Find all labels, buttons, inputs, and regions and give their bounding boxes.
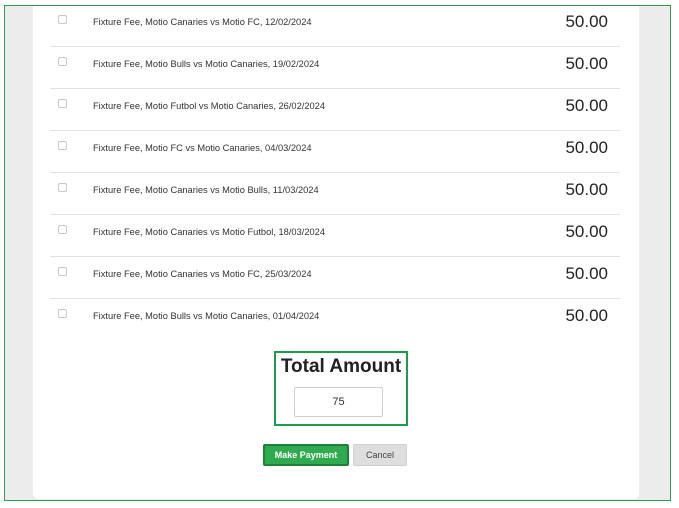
fee-description: Fixture Fee, Motio Futbol vs Motio Canar… (93, 101, 326, 111)
screenshot-frame: Fixture Fee, Motio Canaries vs Motio FC,… (4, 5, 671, 501)
fee-checkbox[interactable] (58, 99, 67, 108)
fee-row: Fixture Fee, Motio Canaries vs Motio FC,… (50, 6, 620, 47)
fee-amount: 50.00 (565, 138, 608, 157)
payment-panel: Fixture Fee, Motio Canaries vs Motio FC,… (33, 6, 639, 499)
fee-checkbox[interactable] (58, 225, 67, 234)
fee-checkbox[interactable] (58, 141, 67, 150)
fee-amount: 50.00 (565, 264, 608, 283)
fee-amount: 50.00 (565, 54, 608, 73)
total-amount-label: Total Amount (280, 356, 402, 377)
fee-amount: 50.00 (565, 222, 608, 241)
fee-checkbox[interactable] (58, 183, 67, 192)
fee-row: Fixture Fee, Motio Canaries vs Motio FC,… (50, 257, 620, 299)
fee-row: Fixture Fee, Motio Canaries vs Motio Fut… (50, 215, 620, 257)
fee-checkbox[interactable] (58, 267, 67, 276)
fee-description: Fixture Fee, Motio Canaries vs Motio Fut… (93, 227, 326, 237)
total-amount-input[interactable] (294, 387, 383, 417)
fee-row: Fixture Fee, Motio Futbol vs Motio Canar… (50, 89, 620, 131)
fee-amount: 50.00 (565, 180, 608, 199)
fee-amount: 50.00 (565, 306, 608, 325)
total-amount-box: Total Amount (274, 351, 408, 426)
fee-row: Fixture Fee, Motio Canaries vs Motio Bul… (50, 173, 620, 215)
fee-checkbox[interactable] (58, 309, 67, 318)
fee-description: Fixture Fee, Motio Bulls vs Motio Canari… (93, 59, 320, 69)
cancel-button[interactable]: Cancel (353, 444, 407, 466)
fee-checkbox[interactable] (58, 15, 67, 24)
fee-description: Fixture Fee, Motio Canaries vs Motio FC,… (93, 17, 312, 27)
fee-description: Fixture Fee, Motio Bulls vs Motio Canari… (93, 311, 320, 321)
fee-list: Fixture Fee, Motio Canaries vs Motio FC,… (50, 6, 620, 340)
fee-description: Fixture Fee, Motio Canaries vs Motio FC,… (93, 269, 312, 279)
fee-amount: 50.00 (565, 12, 608, 31)
make-payment-button[interactable]: Make Payment (263, 444, 349, 466)
fee-checkbox[interactable] (58, 57, 67, 66)
fee-row: Fixture Fee, Motio Bulls vs Motio Canari… (50, 47, 620, 89)
fee-amount: 50.00 (565, 96, 608, 115)
fee-description: Fixture Fee, Motio Canaries vs Motio Bul… (93, 185, 319, 195)
fee-row: Fixture Fee, Motio FC vs Motio Canaries,… (50, 131, 620, 173)
fee-row: Fixture Fee, Motio Bulls vs Motio Canari… (50, 299, 620, 340)
fee-description: Fixture Fee, Motio FC vs Motio Canaries,… (93, 143, 312, 153)
